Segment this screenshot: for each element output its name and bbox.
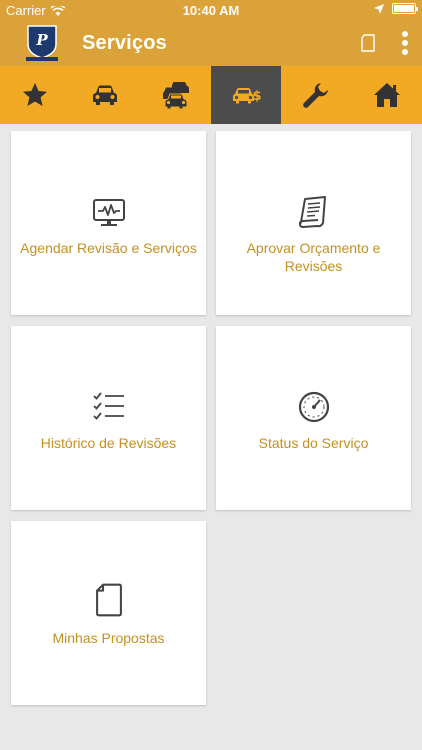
brand-logo-icon: P xyxy=(26,25,58,61)
tab-bar: $ xyxy=(0,66,422,124)
cars-icon xyxy=(162,82,189,110)
checklist-icon xyxy=(92,392,124,420)
tab-home[interactable] xyxy=(352,66,422,124)
home-icon xyxy=(373,83,400,107)
card-approve-budget[interactable]: Aprovar Orçamento e Revisões xyxy=(216,131,411,315)
tab-car[interactable] xyxy=(70,66,140,124)
card-revision-history[interactable]: Histórico de Revisões xyxy=(11,326,206,510)
card-my-proposals[interactable]: Minhas Propostas xyxy=(11,521,206,705)
status-bar: Carrier 10:40 AM xyxy=(0,0,422,20)
car-icon xyxy=(93,85,118,105)
location-arrow-icon xyxy=(374,3,384,14)
wrench-icon xyxy=(303,83,329,108)
monitor-icon xyxy=(92,199,125,226)
gauge-icon xyxy=(298,391,329,423)
more-vertical-icon[interactable] xyxy=(398,30,412,56)
car-money-icon: $ xyxy=(233,88,262,104)
card-label: Status do Serviço xyxy=(258,435,369,451)
tab-favorites[interactable] xyxy=(0,66,70,124)
page-icon xyxy=(95,583,122,617)
status-right xyxy=(374,3,418,14)
tab-services[interactable]: $ xyxy=(210,66,282,124)
app-header: Carrier 10:40 AM P Serviços xyxy=(0,0,422,66)
tab-tools[interactable] xyxy=(281,66,351,124)
document-action-icon[interactable] xyxy=(360,34,376,52)
card-label: Histórico de Revisões xyxy=(40,435,177,451)
star-icon xyxy=(23,83,48,106)
tab-cars[interactable] xyxy=(141,66,211,124)
card-label: Aprovar Orçamento e Revisões xyxy=(246,240,381,274)
status-time: 10:40 AM xyxy=(182,3,240,18)
svg-text:P: P xyxy=(35,31,48,49)
card-label: Minhas Propostas xyxy=(52,630,165,646)
page-title: Serviços xyxy=(82,32,167,54)
card-label: Agendar Revisão e Serviços xyxy=(20,240,197,256)
svg-text:$: $ xyxy=(253,89,262,104)
card-schedule-revision[interactable]: Agendar Revisão e Serviços xyxy=(11,131,206,315)
battery-icon xyxy=(392,3,418,14)
document-icon xyxy=(298,196,326,228)
card-service-status[interactable]: Status do Serviço xyxy=(216,326,411,510)
